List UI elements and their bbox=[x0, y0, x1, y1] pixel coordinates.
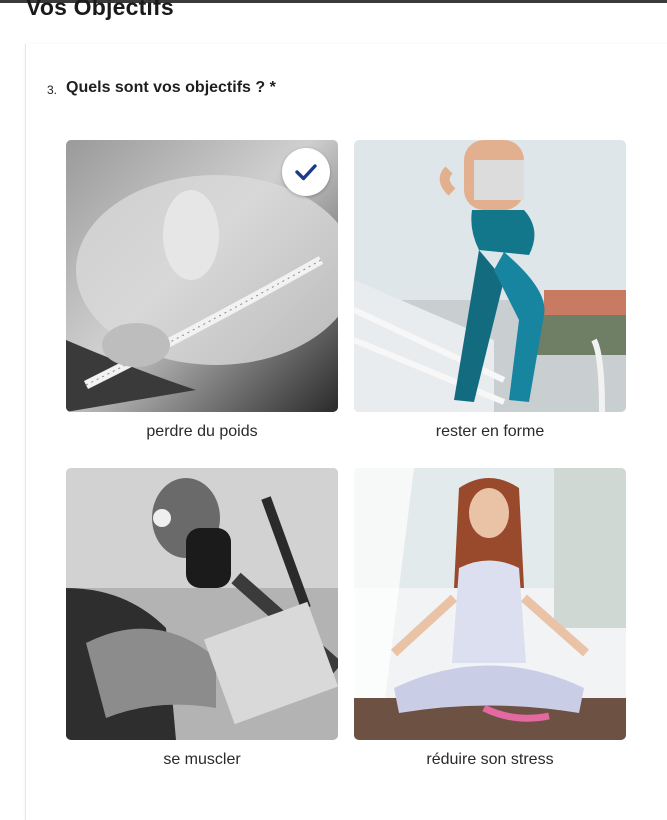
choice-reduire-son-stress[interactable]: réduire son stress bbox=[354, 468, 626, 768]
choice-rester-en-forme[interactable]: rester en forme bbox=[354, 140, 626, 440]
choice-label: réduire son stress bbox=[426, 751, 554, 768]
question-number: 3. bbox=[47, 83, 58, 97]
woman-meditating-photo bbox=[354, 468, 626, 740]
page-title: Vos Objectifs bbox=[26, 0, 174, 20]
choice-label: perdre du poids bbox=[146, 423, 258, 440]
woman-running-stairs-photo bbox=[354, 140, 626, 412]
checkmark-icon bbox=[295, 164, 317, 181]
choice-label: se muscler bbox=[163, 751, 241, 768]
question-text: Quels sont vos objectifs ? * bbox=[66, 79, 276, 96]
selected-check-badge bbox=[282, 148, 330, 196]
choice-label: rester en forme bbox=[435, 423, 545, 440]
choice-se-muscler[interactable]: se muscler bbox=[66, 468, 338, 768]
choice-perdre-du-poids[interactable]: perdre du poids bbox=[66, 140, 338, 440]
man-training-gym-photo bbox=[66, 468, 338, 740]
